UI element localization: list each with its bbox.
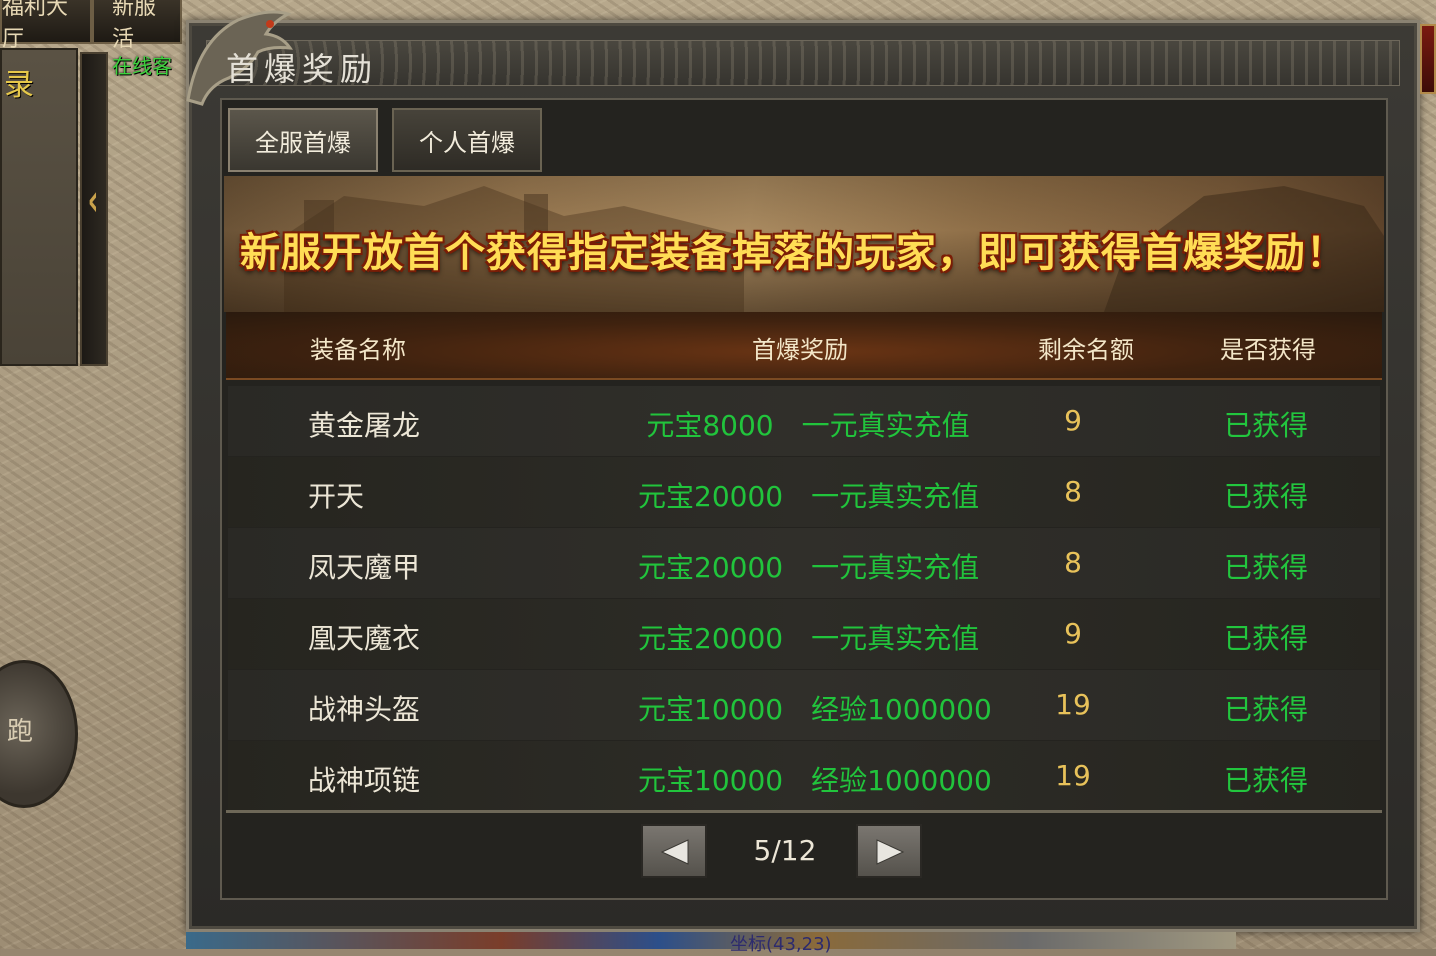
table-row[interactable]: 开天 元宝20000 一元真实充值 8 已获得 <box>228 457 1380 527</box>
table-row[interactable]: 凤天魔甲 元宝20000 一元真实充值 8 已获得 <box>228 528 1380 598</box>
header-remaining-quota: 剩余名额 <box>1038 336 1134 364</box>
close-button[interactable] <box>1420 24 1436 94</box>
equipment-name: 凤天魔甲 <box>308 551 421 584</box>
remaining-count: 19 <box>1055 759 1091 792</box>
reward-table-body: 黄金屠龙 元宝8000 一元真实充值 9 已获得 开天 元宝20000 一元真实… <box>228 386 1380 812</box>
table-row[interactable]: 黄金屠龙 元宝8000 一元真实充值 9 已获得 <box>228 386 1380 456</box>
reward-text: 元宝10000 经验1000000 <box>638 693 992 726</box>
tab-new-server-event[interactable]: 新服活 <box>92 0 182 52</box>
triangle-right-icon <box>876 839 905 865</box>
header-obtained: 是否获得 <box>1220 336 1316 364</box>
online-service-label[interactable]: 在线客 <box>112 50 172 79</box>
remaining-count: 19 <box>1055 688 1091 721</box>
bottom-hud-strip <box>186 932 1236 949</box>
title-bar <box>206 40 1400 86</box>
tab-welfare-hall[interactable]: 福利大厅 <box>0 0 92 52</box>
top-menu-tabs: 福利大厅 新服活 <box>0 0 182 52</box>
next-page-button[interactable] <box>856 824 922 878</box>
header-first-drop-reward: 首爆奖励 <box>752 336 848 364</box>
equipment-name: 凰天魔衣 <box>308 622 421 655</box>
run-button-label: 跑 <box>7 717 34 747</box>
remaining-count: 9 <box>1064 617 1082 650</box>
tab-personal-first-drop[interactable]: 个人首爆 <box>392 108 542 172</box>
obtained-status: 已获得 <box>1224 480 1309 513</box>
reward-text: 元宝8000 一元真实充值 <box>646 409 970 442</box>
obtained-status: 已获得 <box>1224 622 1309 655</box>
obtained-status: 已获得 <box>1224 693 1309 726</box>
chevron-left-icon: ‹ <box>87 175 99 226</box>
prev-page-button[interactable] <box>641 824 707 878</box>
header-equipment-name: 装备名称 <box>310 336 406 364</box>
reward-text: 元宝20000 一元真实充值 <box>638 551 980 584</box>
tab-server-first-drop[interactable]: 全服首爆 <box>228 108 378 172</box>
equipment-name: 战神头盔 <box>308 693 421 726</box>
promo-banner: 新服开放首个获得指定装备掉落的玩家，即可获得首爆奖励！ <box>224 176 1384 312</box>
equipment-name: 开天 <box>308 480 365 513</box>
left-panel-label: 录 <box>4 68 34 103</box>
reward-text: 元宝20000 一元真实充值 <box>638 480 980 513</box>
reward-text: 元宝10000 经验1000000 <box>638 764 992 797</box>
obtained-status: 已获得 <box>1224 764 1309 797</box>
table-row[interactable]: 战神头盔 元宝10000 经验1000000 19 已获得 <box>228 670 1380 740</box>
table-row[interactable]: 战神项链 元宝10000 经验1000000 19 已获得 <box>228 741 1380 811</box>
remaining-count: 8 <box>1064 546 1082 579</box>
window-title: 首爆奖励 <box>226 50 379 88</box>
coordinate-readout: 坐标(43,23) <box>730 934 832 955</box>
obtained-status: 已获得 <box>1224 409 1309 442</box>
table-header: 装备名称 首爆奖励 剩余名额 是否获得 <box>226 312 1382 380</box>
triangle-left-icon <box>660 839 689 865</box>
reward-tabs: 全服首爆 个人首爆 <box>228 108 542 172</box>
table-row[interactable]: 凰天魔衣 元宝20000 一元真实充值 9 已获得 <box>228 599 1380 669</box>
reward-text: 元宝20000 一元真实充值 <box>638 622 980 655</box>
page-indicator: 5/12 <box>753 834 817 867</box>
table-divider <box>226 810 1382 813</box>
equipment-name: 黄金屠龙 <box>308 409 421 442</box>
remaining-count: 9 <box>1064 404 1082 437</box>
remaining-count: 8 <box>1064 475 1082 508</box>
equipment-name: 战神项链 <box>308 764 421 797</box>
obtained-status: 已获得 <box>1224 551 1309 584</box>
banner-headline: 新服开放首个获得指定装备掉落的玩家，即可获得首爆奖励！ <box>240 230 1347 276</box>
